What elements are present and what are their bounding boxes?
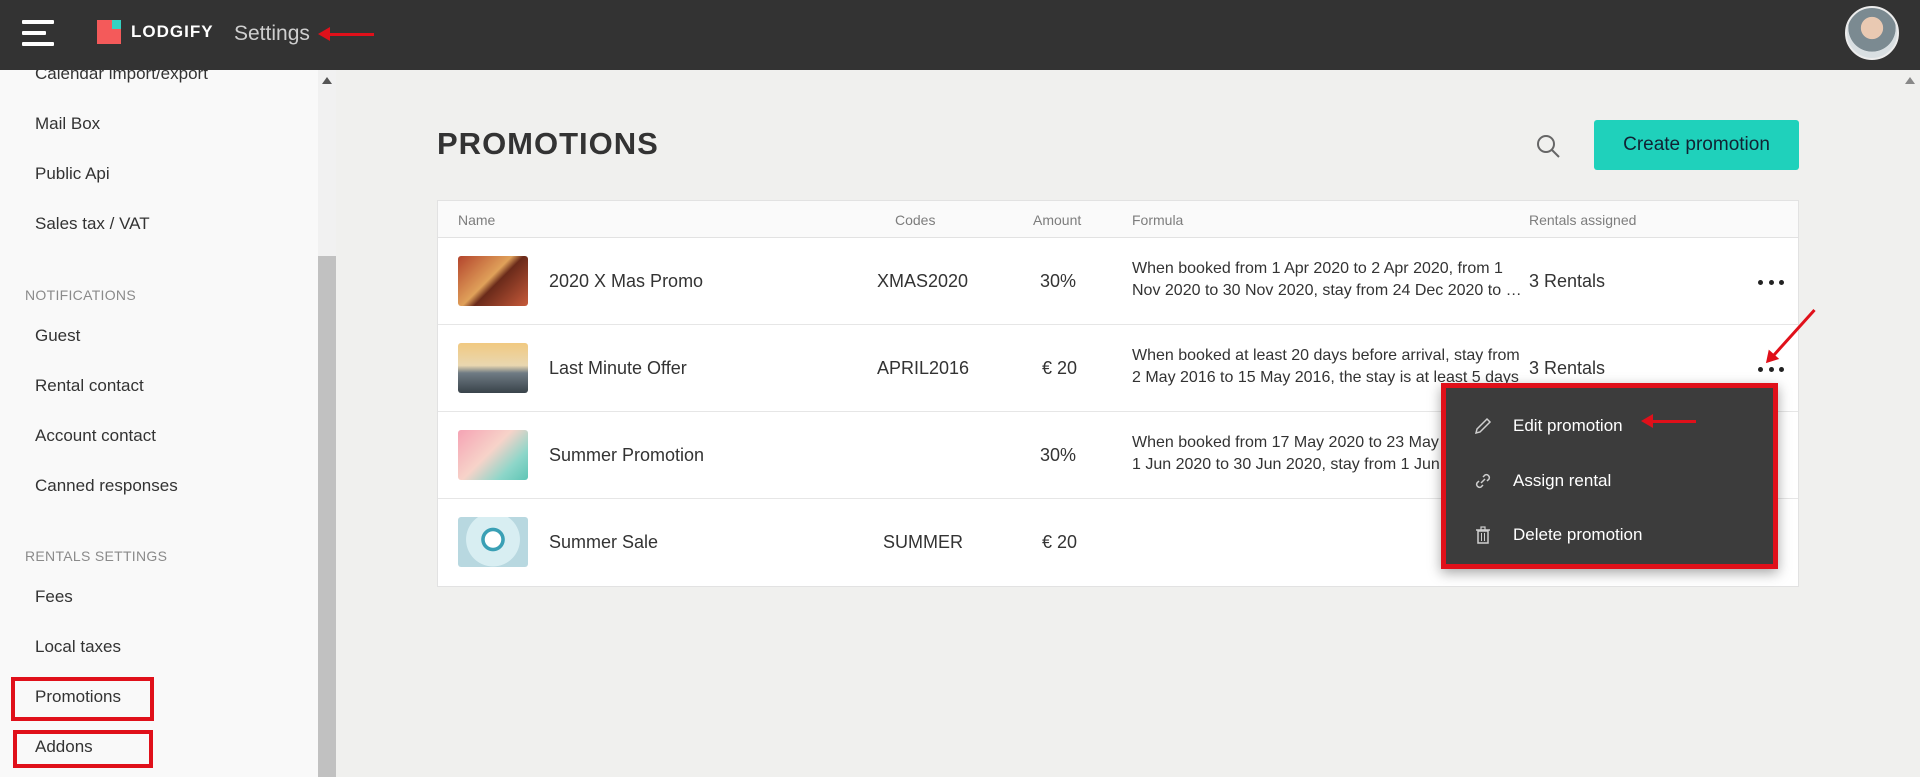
promotion-thumbnail (458, 256, 528, 306)
assign-rental-label: Assign rental (1513, 471, 1612, 490)
brand-name: LODGIFY (131, 22, 214, 41)
top-bar: LODGIFY Settings (0, 0, 1920, 70)
promotion-thumbnail (458, 517, 528, 567)
sidebar-item-canned-responses[interactable]: Canned responses (35, 476, 178, 496)
hamburger-icon[interactable] (22, 20, 54, 46)
table-header: Name Codes Amount Formula Rentals assign… (438, 201, 1798, 238)
promotion-name[interactable]: Summer Promotion (549, 445, 704, 466)
sidebar-heading-notifications: NOTIFICATIONS (25, 287, 136, 303)
sidebar-item-mail-box[interactable]: Mail Box (35, 114, 100, 134)
promotion-code: APRIL2016 (877, 358, 970, 378)
page-scroll-up-arrow-icon[interactable] (1905, 77, 1915, 84)
edit-promotion-menu-item[interactable]: Edit promotion (1446, 401, 1773, 451)
sidebar-item-local-taxes[interactable]: Local taxes (35, 637, 121, 657)
link-icon (1473, 471, 1493, 491)
promotion-name[interactable]: 2020 X Mas Promo (549, 271, 703, 292)
trash-icon (1473, 525, 1493, 545)
create-promotion-button[interactable]: Create promotion (1594, 120, 1799, 170)
table-row[interactable]: 2020 X Mas Promo XMAS2020 30% When booke… (438, 238, 1798, 325)
assign-rental-menu-item[interactable]: Assign rental (1446, 456, 1773, 506)
delete-promotion-label: Delete promotion (1513, 525, 1643, 544)
promotion-amount: 30% (1040, 445, 1077, 465)
rentals-assigned: 3 Rentals (1529, 271, 1606, 291)
pencil-icon (1473, 416, 1493, 436)
column-header-codes[interactable]: Codes (895, 212, 935, 228)
annotation-arrow (1641, 414, 1696, 428)
sidebar-item-fees[interactable]: Fees (35, 587, 73, 607)
promotion-amount: 30% (1040, 271, 1077, 291)
sidebar-item-account-contact[interactable]: Account contact (35, 426, 156, 446)
annotation-box-addons (13, 730, 153, 768)
rentals-assigned: 3 Rentals (1529, 358, 1606, 378)
column-header-rentals-assigned[interactable]: Rentals assigned (1529, 212, 1636, 228)
promotion-formula: When booked from 1 Apr 2020 to 2 Apr 202… (1132, 260, 1526, 299)
promotion-thumbnail (458, 430, 528, 480)
brand-logo[interactable]: LODGIFY (97, 19, 214, 45)
promotion-context-menu: Edit promotion Assign rental Delete prom… (1441, 383, 1778, 569)
logo-mark-icon (97, 20, 121, 44)
promotion-thumbnail (458, 343, 528, 393)
sidebar-item-sales-tax[interactable]: Sales tax / VAT (35, 214, 150, 234)
avatar[interactable] (1845, 6, 1899, 60)
sidebar-heading-rentals-settings: RENTALS SETTINGS (25, 548, 168, 564)
search-icon[interactable] (1535, 133, 1561, 159)
promotion-name[interactable]: Last Minute Offer (549, 358, 687, 379)
promotion-amount: € 20 (1042, 532, 1078, 552)
settings-sidebar: Calendar import/export Mail Box Public A… (0, 70, 318, 777)
sidebar-item-calendar-import-export[interactable]: Calendar import/export (35, 70, 208, 84)
promotion-code: SUMMER (883, 532, 963, 552)
edit-promotion-label: Edit promotion (1513, 416, 1623, 435)
promotion-code: XMAS2020 (877, 271, 969, 291)
sidebar-item-guest[interactable]: Guest (35, 326, 80, 346)
page-title: PROMOTIONS (437, 126, 659, 161)
column-header-formula[interactable]: Formula (1132, 212, 1183, 228)
promotion-name[interactable]: Summer Sale (549, 532, 658, 553)
more-dots-icon[interactable] (1758, 277, 1784, 287)
column-header-name[interactable]: Name (458, 212, 495, 228)
sidebar-scrollbar-thumb[interactable] (318, 256, 336, 777)
column-header-amount[interactable]: Amount (1033, 212, 1081, 228)
section-title: Settings (234, 22, 310, 45)
scroll-up-arrow-icon[interactable] (322, 77, 332, 84)
annotation-box-promotions (11, 677, 154, 721)
annotation-arrow (318, 27, 374, 41)
delete-promotion-menu-item[interactable]: Delete promotion (1446, 510, 1773, 560)
sidebar-item-public-api[interactable]: Public Api (35, 164, 110, 184)
promotion-amount: € 20 (1042, 358, 1078, 378)
sidebar-item-rental-contact[interactable]: Rental contact (35, 376, 144, 396)
